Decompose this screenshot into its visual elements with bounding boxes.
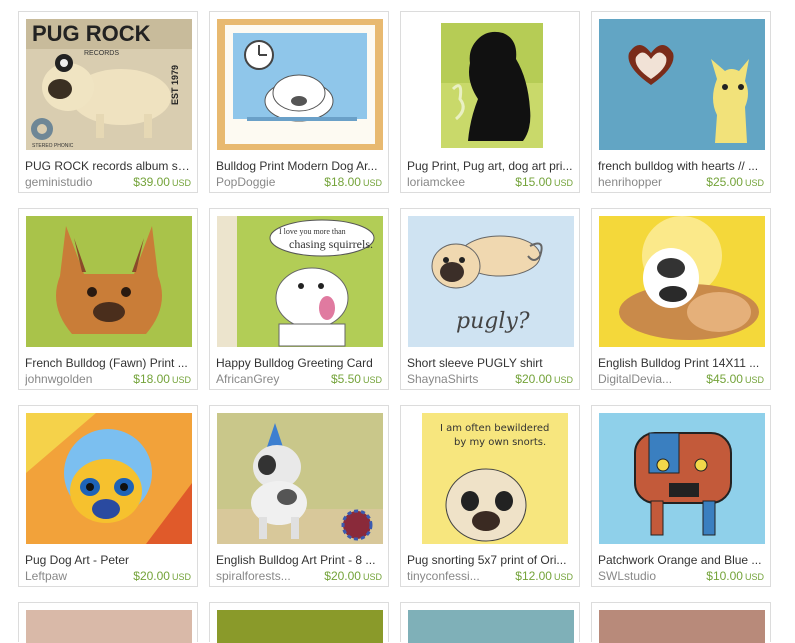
listing-title[interactable]: PUG ROCK records album st... <box>25 159 191 173</box>
listing-thumbnail[interactable] <box>599 19 765 150</box>
listing-thumbnail[interactable]: I am often bewildered by my own snorts. <box>408 413 574 544</box>
listing-title[interactable]: Pug Print, Pug art, dog art pri... <box>407 159 573 173</box>
pug-snort-artwork: I am often bewildered by my own snorts. <box>408 413 574 544</box>
listing-card[interactable]: Patchwork Orange and Blue ... SWLstudio … <box>591 405 771 587</box>
listing-thumbnail[interactable] <box>408 610 574 643</box>
listing-card[interactable]: PUG ROCK RECORDS EST 1979 STEREO PHONIC … <box>18 11 198 193</box>
svg-text:EST 1979: EST 1979 <box>170 65 180 105</box>
bulldog-party-artwork <box>217 413 383 544</box>
listing-thumbnail[interactable] <box>599 216 765 347</box>
listing-price: $39.00 USD <box>133 175 191 189</box>
shop-name[interactable]: johnwgolden <box>25 372 125 386</box>
shop-name[interactable]: ShaynaShirts <box>407 372 507 386</box>
listing-title[interactable]: Pug snorting 5x7 print of Ori... <box>407 553 573 567</box>
shop-name[interactable]: geministudio <box>25 175 125 189</box>
svg-text:chasing squirrels.: chasing squirrels. <box>289 237 373 251</box>
bulldog-clock-artwork <box>217 19 383 150</box>
listing-thumbnail[interactable] <box>217 19 383 150</box>
listing-card[interactable]: French Bulldog (Fawn) Print ... johnwgol… <box>18 208 198 390</box>
listing-card[interactable]: Pug Dog Art - Peter Leftpaw $20.00 USD <box>18 405 198 587</box>
pug-rock-artwork: PUG ROCK RECORDS EST 1979 STEREO PHONIC <box>26 19 192 150</box>
listing-card[interactable]: Bulldog Print Modern Dog Ar... PopDoggie… <box>209 11 389 193</box>
listing-card-partial[interactable] <box>209 602 389 643</box>
listing-title[interactable]: French Bulldog (Fawn) Print ... <box>25 356 191 370</box>
listing-card[interactable]: I am often bewildered by my own snorts. … <box>400 405 580 587</box>
patchwork-pug-artwork <box>599 413 765 544</box>
listing-price: $18.00 USD <box>133 372 191 386</box>
listing-price: $10.00 USD <box>706 569 764 583</box>
listing-title[interactable]: Bulldog Print Modern Dog Ar... <box>216 159 382 173</box>
pug-pop-artwork <box>26 413 192 544</box>
listing-thumbnail[interactable] <box>217 413 383 544</box>
snort-lettering: I am often bewildered <box>440 423 549 434</box>
shop-name[interactable]: tinyconfessi... <box>407 569 507 583</box>
listing-price: $20.00 USD <box>133 569 191 583</box>
pugly-lettering: pugly? <box>456 309 530 334</box>
shop-name[interactable]: spiralforests... <box>216 569 316 583</box>
shop-name[interactable]: Leftpaw <box>25 569 125 583</box>
listing-card-partial[interactable] <box>591 602 771 643</box>
listing-price: $25.00 USD <box>706 175 764 189</box>
listing-title[interactable]: Pug Dog Art - Peter <box>25 553 191 567</box>
listing-price: $45.00 USD <box>706 372 764 386</box>
listing-thumbnail[interactable]: PUG ROCK RECORDS EST 1979 STEREO PHONIC <box>26 19 192 150</box>
shop-name[interactable]: PopDoggie <box>216 175 316 189</box>
listing-card[interactable]: Pug Print, Pug art, dog art pri... loria… <box>400 11 580 193</box>
listing-price: $20.00 USD <box>515 372 573 386</box>
shop-name[interactable]: AfricanGrey <box>216 372 316 386</box>
frenchie-heart-artwork <box>599 19 765 150</box>
shop-name[interactable]: loriamckee <box>407 175 507 189</box>
listing-thumbnail[interactable]: pugly? <box>408 216 574 347</box>
listing-price: $18.00 USD <box>324 175 382 189</box>
shop-name[interactable]: SWLstudio <box>598 569 698 583</box>
listing-thumbnail[interactable] <box>217 610 383 643</box>
pug-rock-lettering: PUG ROCK <box>32 21 151 46</box>
listing-grid: PUG ROCK RECORDS EST 1979 STEREO PHONIC … <box>0 0 795 643</box>
listing-price: $15.00 USD <box>515 175 573 189</box>
english-bulldog-artwork <box>599 216 765 347</box>
svg-text:STEREO PHONIC: STEREO PHONIC <box>32 143 74 149</box>
listing-card[interactable]: I love you more than chasing squirrels. … <box>209 208 389 390</box>
shop-name[interactable]: DigitalDevia... <box>598 372 698 386</box>
listing-title[interactable]: Patchwork Orange and Blue ... <box>598 553 764 567</box>
svg-text:RECORDS: RECORDS <box>84 50 119 57</box>
pugly-artwork: pugly? <box>408 216 574 347</box>
frenchie-fawn-artwork <box>26 216 192 347</box>
listing-title[interactable]: Happy Bulldog Greeting Card <box>216 356 382 370</box>
listing-title[interactable]: french bulldog with hearts // ... <box>598 159 764 173</box>
listing-thumbnail[interactable] <box>408 19 574 150</box>
svg-text:by my own snorts.: by my own snorts. <box>454 437 546 448</box>
listing-price: $5.50 USD <box>330 372 382 386</box>
listing-thumbnail[interactable]: I love you more than chasing squirrels. <box>217 216 383 347</box>
listing-card[interactable]: English Bulldog Art Print - 8 ... spiral… <box>209 405 389 587</box>
listing-card[interactable]: pugly? Short sleeve PUGLY shirt ShaynaSh… <box>400 208 580 390</box>
listing-thumbnail[interactable] <box>599 610 765 643</box>
listing-title[interactable]: Short sleeve PUGLY shirt <box>407 356 573 370</box>
listing-thumbnail[interactable] <box>26 413 192 544</box>
listing-title[interactable]: English Bulldog Print 14X11 ... <box>598 356 764 370</box>
listing-thumbnail[interactable] <box>26 216 192 347</box>
happy-bulldog-artwork: I love you more than chasing squirrels. <box>217 216 383 347</box>
listing-thumbnail[interactable] <box>26 610 192 643</box>
greeting-lettering: I love you more than <box>279 227 346 236</box>
listing-thumbnail[interactable] <box>599 413 765 544</box>
listing-card-partial[interactable] <box>400 602 580 643</box>
listing-price: $12.00 USD <box>515 569 573 583</box>
pug-silhouette-artwork <box>408 19 574 150</box>
listing-price: $20.00 USD <box>324 569 382 583</box>
listing-card[interactable]: English Bulldog Print 14X11 ... DigitalD… <box>591 208 771 390</box>
listing-card[interactable]: french bulldog with hearts // ... henrih… <box>591 11 771 193</box>
shop-name[interactable]: henrihopper <box>598 175 698 189</box>
listing-title[interactable]: English Bulldog Art Print - 8 ... <box>216 553 382 567</box>
listing-card-partial[interactable] <box>18 602 198 643</box>
